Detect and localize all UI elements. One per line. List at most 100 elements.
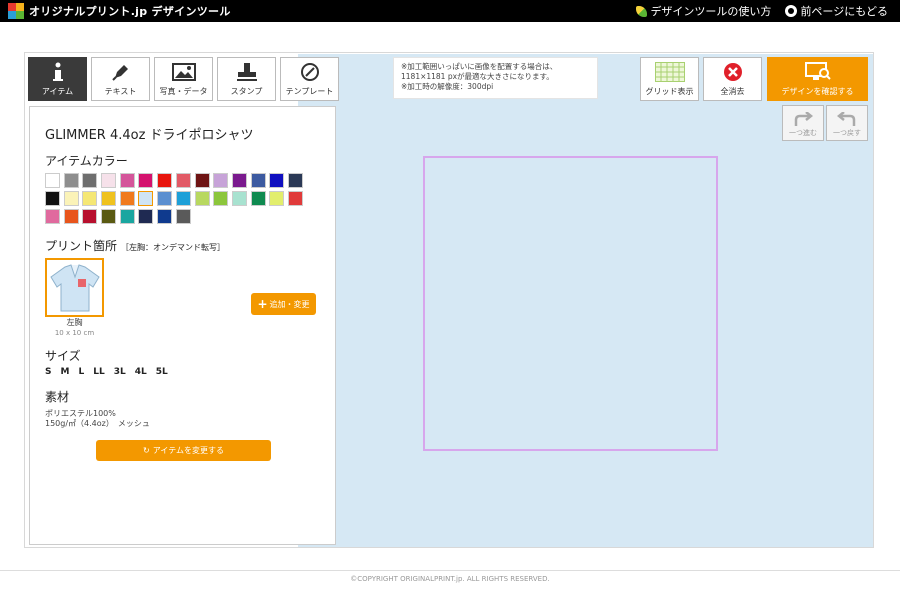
- color-swatch[interactable]: [101, 209, 117, 224]
- note-line-1: ※加工範囲いっぱいに画像を配置する場合は、: [401, 62, 558, 71]
- monitor-search-icon: [804, 62, 831, 80]
- print-area-box[interactable]: [423, 156, 718, 451]
- image-icon: [171, 63, 196, 81]
- material-line-2: 150g/㎡（4.4oz） メッシュ: [45, 419, 150, 428]
- grid-toggle-label: グリッド表示: [645, 87, 694, 96]
- size-list: S M L LL 3L 4L 5L: [45, 367, 177, 377]
- color-swatch[interactable]: [82, 209, 98, 224]
- logo-text: オリジナルプリント.jp デザインツール: [29, 5, 231, 18]
- size-option: 3L: [113, 367, 126, 377]
- tab-item[interactable]: アイテム: [28, 57, 87, 101]
- material-line-1: ポリエステル100%: [45, 409, 116, 418]
- clear-all-button[interactable]: 全消去: [703, 57, 762, 101]
- color-swatch[interactable]: [231, 191, 247, 206]
- color-swatch[interactable]: [63, 173, 79, 188]
- color-swatch[interactable]: [175, 209, 191, 224]
- back-icon: [785, 5, 798, 17]
- tab-template[interactable]: テンプレート: [280, 57, 339, 101]
- template-icon: [300, 63, 319, 81]
- color-swatch[interactable]: [45, 191, 60, 206]
- undo-icon: [837, 112, 856, 126]
- pen-icon: [111, 65, 128, 81]
- tab-stamp[interactable]: スタンプ: [217, 57, 276, 101]
- material-text: ポリエステル100% 150g/㎡（4.4oz） メッシュ: [45, 409, 150, 429]
- print-location-thumb[interactable]: [45, 258, 104, 317]
- tab-text[interactable]: テキスト: [91, 57, 150, 101]
- item-panel: GLIMMER 4.4oz ドライポロシャツ アイテムカラー プリント箇所 ［左胸…: [29, 106, 336, 545]
- color-swatch[interactable]: [175, 191, 191, 206]
- redo-button[interactable]: 一つ進む: [782, 105, 824, 141]
- tab-photo-data-label: 写真・データ: [159, 87, 208, 96]
- color-swatch[interactable]: [101, 173, 117, 188]
- color-swatch[interactable]: [213, 191, 229, 206]
- color-swatch[interactable]: [194, 173, 210, 188]
- color-swatch[interactable]: [82, 191, 98, 206]
- location-dimensions: 10 x 10 cm: [54, 329, 95, 337]
- color-swatch[interactable]: [82, 173, 98, 188]
- color-swatches: [45, 173, 315, 227]
- howto-link[interactable]: デザインツールの使い方: [636, 3, 771, 19]
- tab-stamp-label: スタンプ: [230, 87, 263, 96]
- color-swatch[interactable]: [101, 191, 117, 206]
- color-swatch[interactable]: [119, 191, 135, 206]
- color-swatch[interactable]: [157, 209, 173, 224]
- confirm-design-button[interactable]: デザインを確認する: [767, 57, 868, 101]
- plus-icon: +: [257, 297, 268, 311]
- color-swatch[interactable]: [269, 173, 285, 188]
- size-option: M: [60, 367, 70, 377]
- color-swatch[interactable]: [250, 173, 266, 188]
- color-swatch[interactable]: [63, 191, 79, 206]
- change-item-label: アイテムを変更する: [152, 446, 224, 455]
- size-option: S: [45, 367, 52, 377]
- top-bar: オリジナルプリント.jp デザインツール デザインツールの使い方 前ページにもど…: [0, 0, 900, 22]
- color-swatch[interactable]: [119, 173, 135, 188]
- size-section-title: サイズ: [45, 349, 81, 363]
- color-swatch[interactable]: [138, 173, 154, 188]
- tool-tabs: アイテム テキスト 写真・データ スタンプ テンプレート: [28, 57, 343, 101]
- resolution-note: ※加工範囲いっぱいに画像を配置する場合は、 1181×1181 pxが最適な大き…: [393, 57, 598, 99]
- size-option: L: [78, 367, 85, 377]
- undo-label: 一つ戻す: [833, 129, 861, 137]
- logo[interactable]: オリジナルプリント.jp デザインツール: [8, 2, 231, 20]
- copyright: ©COPYRIGHT ORIGINALPRINT.jp. ALL RIGHTS …: [350, 575, 550, 583]
- color-swatch[interactable]: [45, 209, 60, 224]
- logo-cube-icon: [8, 3, 24, 19]
- info-icon: [52, 62, 63, 81]
- tab-photo-data[interactable]: 写真・データ: [154, 57, 213, 101]
- color-swatch[interactable]: [157, 191, 173, 206]
- color-swatch[interactable]: [175, 173, 191, 188]
- color-swatch[interactable]: [138, 209, 154, 224]
- color-swatch[interactable]: [194, 191, 210, 206]
- color-swatch[interactable]: [119, 209, 135, 224]
- leaf-icon: [636, 5, 648, 17]
- color-swatch[interactable]: [287, 173, 303, 188]
- back-link[interactable]: 前ページにもどる: [785, 3, 888, 19]
- color-swatch[interactable]: [213, 173, 229, 188]
- change-item-button[interactable]: ↻ アイテムを変更する: [96, 440, 271, 461]
- print-section-title: プリント箇所 ［左胸：オンデマンド転写］: [45, 237, 225, 254]
- add-change-button[interactable]: + 追加・変更: [251, 293, 316, 315]
- note-line-2: 1181×1181 pxが最適な大きさになります。: [401, 72, 554, 81]
- undo-button[interactable]: 一つ戻す: [826, 105, 868, 141]
- color-swatch[interactable]: [157, 173, 173, 188]
- print-section-label: プリント箇所: [45, 239, 118, 253]
- color-swatch[interactable]: [45, 173, 60, 188]
- color-swatch[interactable]: [269, 191, 285, 206]
- color-swatch[interactable]: [138, 191, 154, 206]
- howto-link-label: デザインツールの使い方: [650, 5, 772, 18]
- tab-item-label: アイテム: [41, 87, 74, 96]
- material-section-title: 素材: [45, 390, 70, 404]
- back-link-label: 前ページにもどる: [800, 5, 888, 18]
- color-swatch[interactable]: [63, 209, 79, 224]
- color-swatch[interactable]: [231, 173, 247, 188]
- add-change-label: 追加・変更: [269, 299, 310, 309]
- color-swatch[interactable]: [287, 191, 303, 206]
- grid-toggle-button[interactable]: グリッド表示: [640, 57, 699, 101]
- size-option: 4L: [134, 367, 147, 377]
- color-swatch[interactable]: [250, 191, 266, 206]
- polo-shirt-icon: [49, 263, 100, 311]
- location-name: 左胸: [66, 318, 83, 327]
- redo-label: 一つ進む: [789, 129, 817, 137]
- print-section-sub: ［左胸：オンデマンド転写］: [121, 243, 226, 252]
- refresh-icon: ↻: [143, 446, 150, 455]
